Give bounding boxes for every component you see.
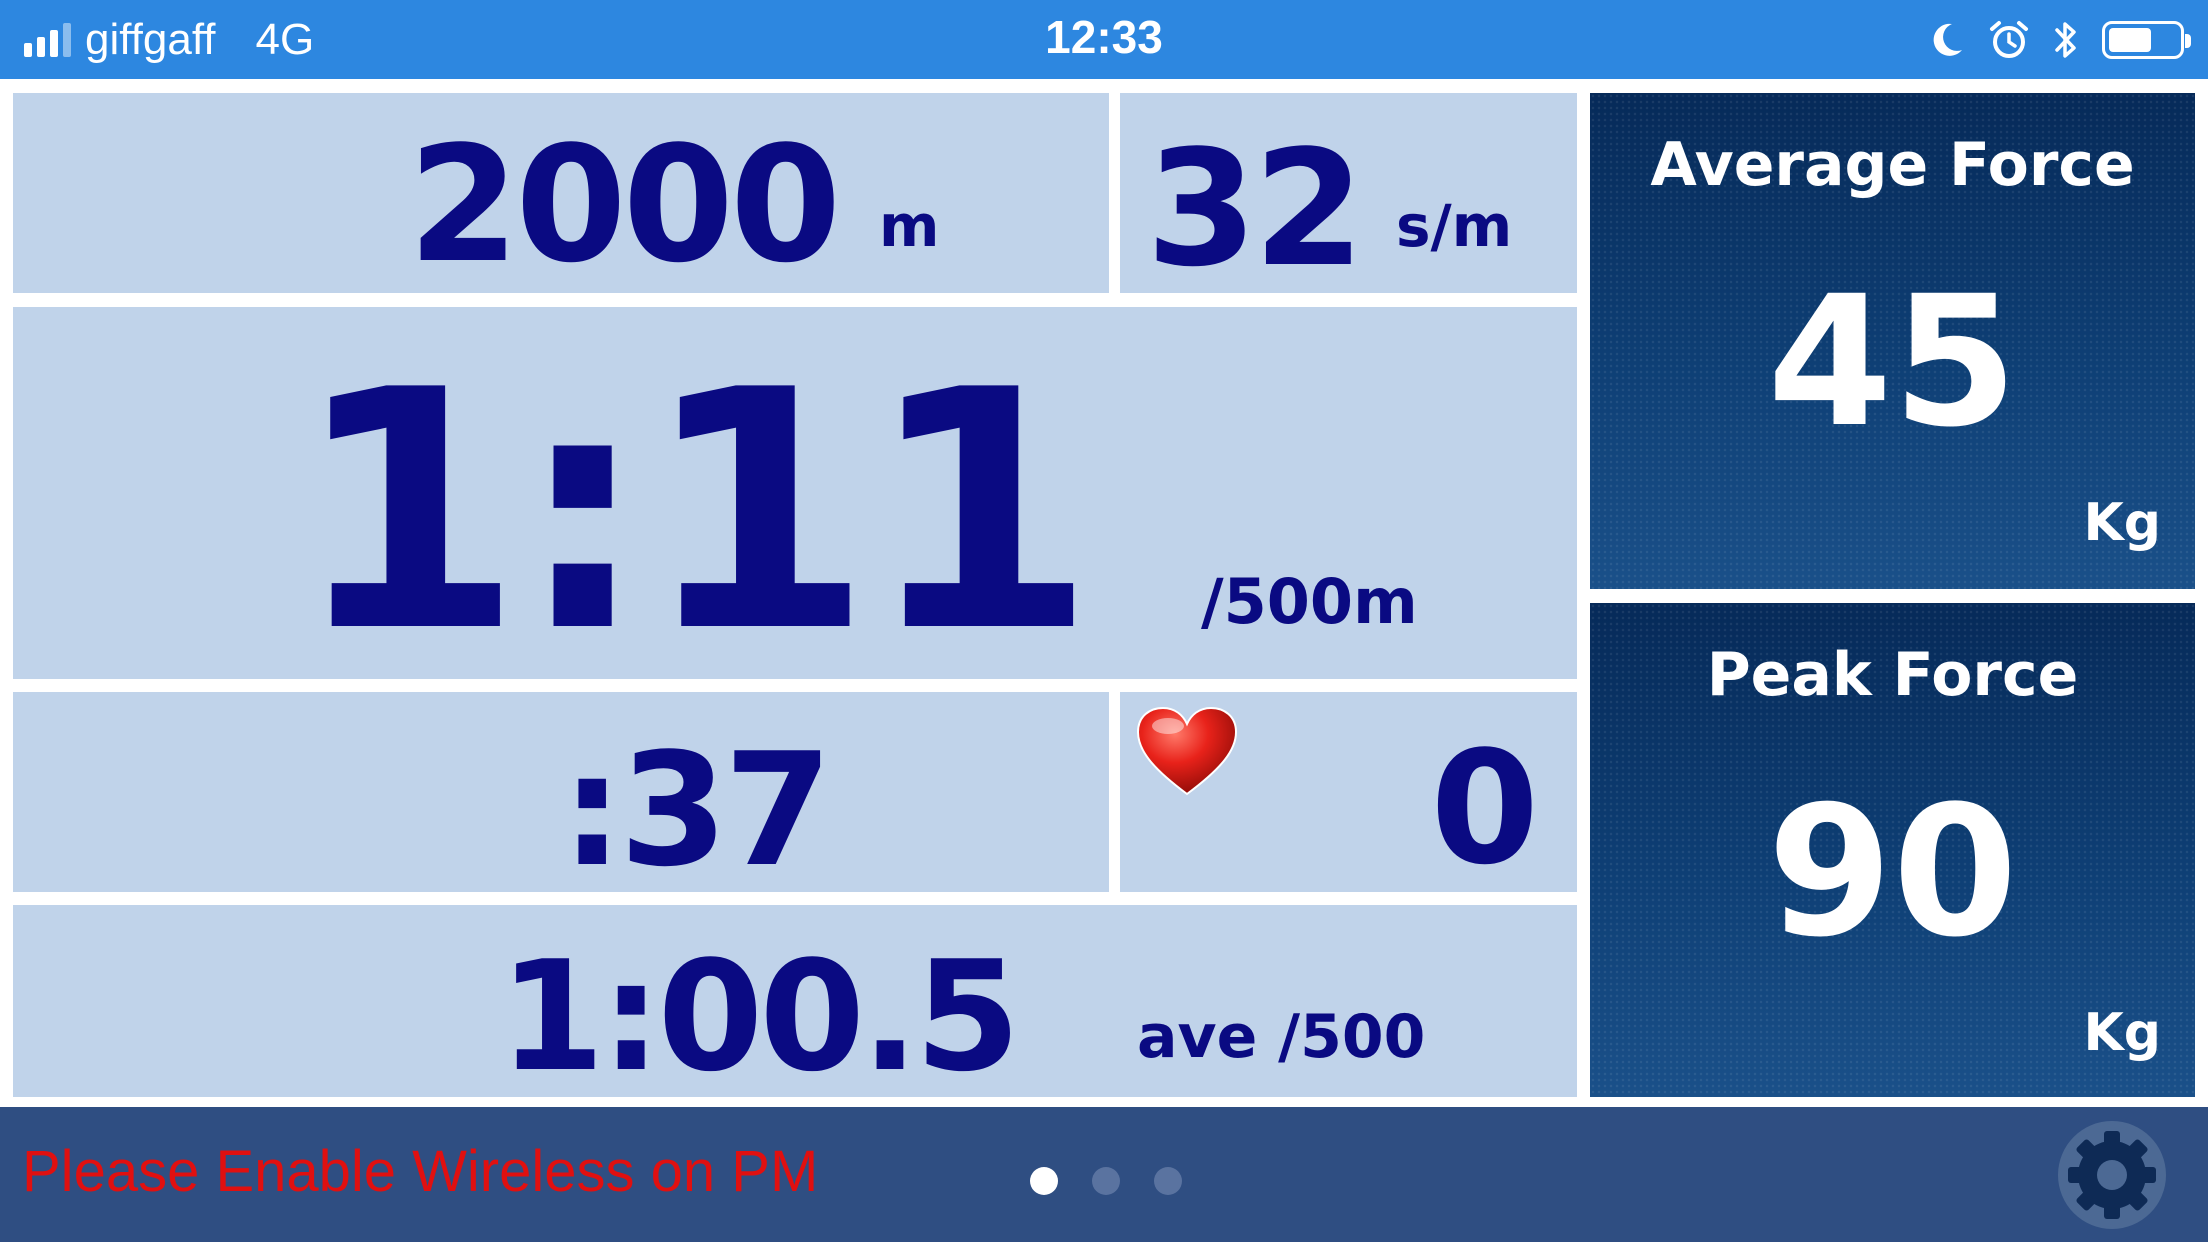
gear-icon[interactable]: [2054, 1117, 2170, 1233]
average-force-value: 45: [1767, 258, 2018, 467]
page-dot-3[interactable]: [1154, 1167, 1182, 1195]
bluetooth-icon: [2055, 22, 2076, 58]
average-force-title: Average Force: [1650, 130, 2135, 200]
distance-unit: m: [879, 192, 940, 260]
peak-force-unit: Kg: [2083, 1003, 2161, 1063]
bottom-bar: Please Enable Wireless on PM: [0, 1107, 2208, 1242]
wireless-warning-message: Please Enable Wireless on PM: [22, 1139, 819, 1204]
peak-force-title: Peak Force: [1706, 640, 2079, 710]
average-force-unit: Kg: [2083, 493, 2161, 553]
alarm-icon: [1990, 21, 2028, 58]
stroke-rate-unit: s/m: [1396, 192, 1513, 260]
split-unit: /500m: [1201, 565, 1418, 638]
status-time: 12:33: [1045, 11, 1163, 63]
heart-icon: [1136, 706, 1238, 796]
distance-panel[interactable]: 2000 m: [13, 93, 1109, 293]
heart-rate-value: 0: [1430, 717, 1539, 899]
average-force-panel[interactable]: Average Force 45 Kg: [1590, 93, 2195, 589]
average-split-unit: ave /500: [1137, 1002, 1426, 1072]
heart-rate-panel[interactable]: 0: [1120, 692, 1577, 892]
split-panel[interactable]: 1:11 /500m: [13, 307, 1577, 679]
average-split-value: 1:00.5: [499, 928, 1021, 1105]
page-indicator[interactable]: [1030, 1167, 1182, 1195]
stroke-rate-panel[interactable]: 32 s/m: [1120, 93, 1577, 293]
page-dot-2[interactable]: [1092, 1167, 1120, 1195]
average-split-panel[interactable]: 1:00.5 ave /500: [13, 905, 1577, 1097]
status-bar: giffgaff 4G 12:33: [0, 0, 2208, 79]
stroke-rate-value: 32: [1146, 115, 1365, 302]
peak-force-panel[interactable]: Peak Force 90 Kg: [1590, 603, 2195, 1097]
split-value: 1:11: [293, 320, 1096, 704]
peak-force-value: 90: [1767, 768, 2018, 977]
battery-icon: [2102, 21, 2191, 59]
status-right: [1926, 14, 2191, 66]
page-dot-1[interactable]: [1030, 1167, 1058, 1195]
distance-value: 2000: [408, 111, 841, 298]
moon-icon: [1933, 23, 1962, 56]
elapsed-panel[interactable]: :37: [13, 692, 1109, 892]
elapsed-value: :37: [561, 719, 832, 901]
